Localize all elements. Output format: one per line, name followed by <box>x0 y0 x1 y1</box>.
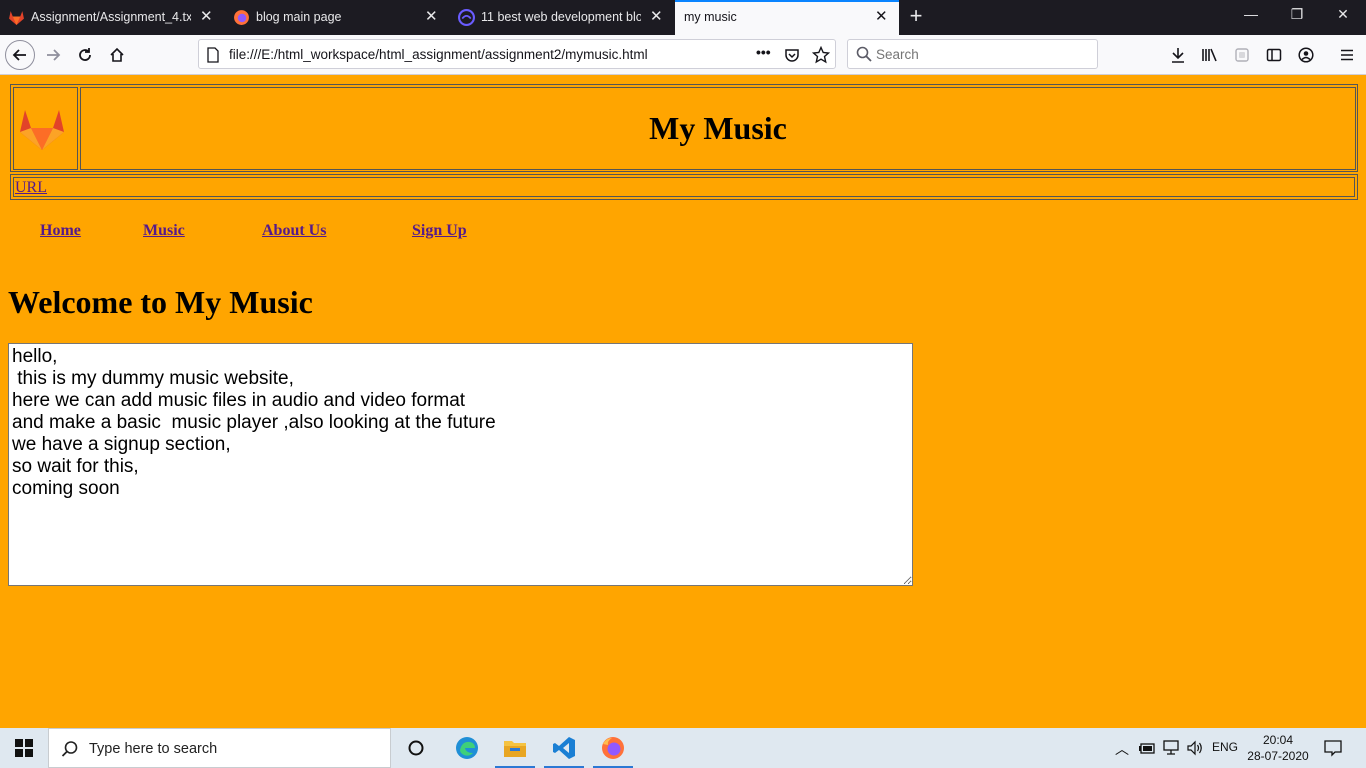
menu-button[interactable] <box>1337 45 1357 65</box>
network-icon[interactable] <box>1162 740 1180 756</box>
file-explorer-taskbar-button[interactable] <box>491 728 539 768</box>
battery-icon[interactable] <box>1138 741 1156 755</box>
clock-time: 20:04 <box>1262 733 1294 747</box>
firefox-icon <box>602 737 624 759</box>
input-language-indicator[interactable]: ENG <box>1212 740 1238 754</box>
tab-web-dev-blogs[interactable]: 11 best web development blog ✕ <box>450 0 674 35</box>
library-button[interactable] <box>1200 45 1220 65</box>
edge-icon <box>456 737 478 759</box>
url-cell: URL <box>13 177 1355 197</box>
gitlab-icon <box>9 11 24 25</box>
search-input[interactable] <box>876 44 1086 64</box>
close-tab-icon[interactable]: ✕ <box>875 9 888 25</box>
reload-button[interactable] <box>70 40 100 70</box>
home-icon <box>110 47 124 62</box>
taskbar-clock[interactable]: 20:04 28-07-2020 <box>1240 732 1316 764</box>
taskbar-search-placeholder: Type here to search <box>89 741 218 757</box>
url-text[interactable]: file:///E:/html_workspace/html_assignmen… <box>229 47 648 62</box>
arrow-right-icon <box>47 49 61 61</box>
browser-toolbar: file:///E:/html_workspace/html_assignmen… <box>0 35 1366 75</box>
cortana-icon <box>408 740 424 756</box>
cortana-button[interactable] <box>392 728 440 768</box>
folder-icon <box>504 741 526 757</box>
reader-view-button[interactable] <box>1232 45 1252 65</box>
tab-assignment[interactable]: Assignment/Assignment_4.txt ✕ <box>0 0 224 35</box>
volume-icon[interactable] <box>1186 740 1204 756</box>
restore-window-button[interactable]: ❐ <box>1282 6 1312 23</box>
new-tab-button[interactable]: + <box>905 5 927 27</box>
close-tab-icon[interactable]: ✕ <box>425 9 438 25</box>
hamburger-menu-icon <box>1341 49 1353 61</box>
sidebar-button[interactable] <box>1264 45 1284 65</box>
sidebar-icon <box>1266 48 1282 62</box>
page-icon <box>207 47 219 63</box>
account-icon <box>1298 47 1314 63</box>
url-table: URL <box>10 174 1358 200</box>
arrow-left-icon <box>12 49 26 61</box>
taskbar-search-box[interactable]: Type here to search <box>48 728 391 768</box>
search-bar[interactable] <box>847 39 1098 69</box>
container-icon <box>1235 48 1249 62</box>
page-actions-button[interactable]: ••• <box>756 44 771 60</box>
windows-logo-icon <box>15 739 33 757</box>
browser-tab-strip: Assignment/Assignment_4.txt ✕ blog main … <box>0 0 1366 35</box>
close-window-button[interactable]: ✕ <box>1328 6 1358 23</box>
page-title: My Music <box>649 110 787 146</box>
back-button[interactable] <box>5 40 35 70</box>
pocket-icon[interactable] <box>784 47 800 63</box>
firefox-icon <box>234 10 249 25</box>
tab-title: my music <box>684 10 737 24</box>
vscode-taskbar-button[interactable] <box>540 728 588 768</box>
windows-taskbar: Type here to search ︿ ENG 20:04 28-07-20… <box>0 728 1366 768</box>
account-button[interactable] <box>1296 45 1316 65</box>
page-viewport: My Music URL Home Music About Us Sign Up… <box>0 75 1366 728</box>
close-tab-icon[interactable]: ✕ <box>650 9 663 25</box>
address-bar[interactable]: file:///E:/html_workspace/html_assignmen… <box>198 39 836 69</box>
show-hidden-icons-button[interactable]: ︿ <box>1115 739 1129 759</box>
search-icon <box>856 46 872 62</box>
welcome-heading: Welcome to My Music <box>8 284 313 320</box>
search-icon <box>61 741 78 757</box>
forward-button[interactable] <box>38 40 68 70</box>
header-title-cell: My Music <box>80 87 1356 170</box>
start-button[interactable] <box>0 728 48 768</box>
header-table: My Music <box>10 84 1358 172</box>
home-button[interactable] <box>102 40 132 70</box>
menu-link-sign-up[interactable]: Sign Up <box>412 222 467 240</box>
url-link[interactable]: URL <box>15 179 47 197</box>
menu-link-home[interactable]: Home <box>40 222 81 240</box>
downloads-button[interactable] <box>1168 45 1188 65</box>
library-icon <box>1202 48 1217 62</box>
download-icon <box>1172 48 1184 63</box>
firefox-taskbar-button[interactable] <box>589 728 637 768</box>
notifications-icon[interactable] <box>1323 739 1343 757</box>
tab-title: 11 best web development blog <box>481 10 641 24</box>
logo-cell <box>13 87 78 170</box>
tab-my-music[interactable]: my music ✕ <box>675 0 899 35</box>
message-textarea[interactable]: hello, this is my dummy music website, h… <box>8 343 913 586</box>
clock-date: 28-07-2020 <box>1247 749 1309 763</box>
gitlab-logo <box>20 110 64 150</box>
tab-title: blog main page <box>256 10 342 24</box>
tab-title: Assignment/Assignment_4.txt <box>31 10 191 24</box>
close-tab-icon[interactable]: ✕ <box>200 9 213 25</box>
menu-link-music[interactable]: Music <box>143 222 185 240</box>
reload-icon <box>79 48 91 61</box>
edge-taskbar-button[interactable] <box>443 728 491 768</box>
bookmark-star-icon[interactable] <box>812 46 830 64</box>
blog-icon <box>458 9 475 26</box>
menu-link-about-us[interactable]: About Us <box>262 222 326 240</box>
minimize-window-button[interactable]: — <box>1236 6 1266 22</box>
tab-blog-main-page[interactable]: blog main page ✕ <box>225 0 449 35</box>
vscode-icon <box>553 737 575 759</box>
